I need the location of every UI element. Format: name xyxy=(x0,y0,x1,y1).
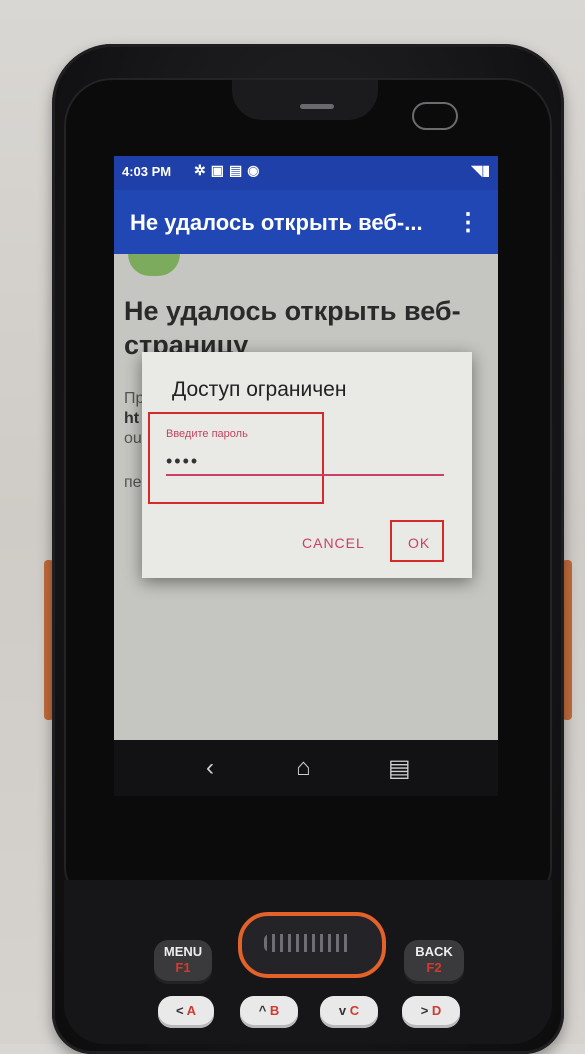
down-key[interactable]: v C xyxy=(320,996,378,1028)
shield-icon: ◉ xyxy=(247,162,265,178)
back-nav-icon[interactable]: ‹ xyxy=(206,754,214,782)
left-key-label: < xyxy=(175,1003,184,1018)
navigation-bar: ‹ ⌂ ▤ xyxy=(114,740,498,796)
home-nav-icon[interactable]: ⌂ xyxy=(296,754,311,782)
body-text-line: пе xyxy=(124,474,142,491)
notification-icon: ▣ xyxy=(210,162,229,178)
wifi-icon: ◥ xyxy=(471,162,483,178)
up-key[interactable]: ^ B xyxy=(240,996,298,1028)
status-time: 4:03 PM xyxy=(122,164,172,179)
scan-button[interactable] xyxy=(238,912,386,978)
password-input[interactable] xyxy=(166,448,444,476)
overflow-menu-icon[interactable]: ⋮ xyxy=(456,208,480,237)
body-text-line: ou xyxy=(124,430,142,447)
right-key-sub: D xyxy=(431,1003,442,1018)
up-key-label: ^ xyxy=(258,1003,267,1018)
ok-button[interactable]: OK xyxy=(402,534,436,552)
earpiece-notch xyxy=(232,80,378,120)
menu-key-label: MENU xyxy=(163,944,203,959)
front-sensor xyxy=(412,102,458,130)
android-icon xyxy=(128,254,180,276)
cancel-button[interactable]: CANCEL xyxy=(296,534,371,552)
app-bar: Не удалось открыть веб-... ⋮ xyxy=(114,190,498,254)
menu-key[interactable]: MENU F1 xyxy=(154,940,212,984)
app-bar-title: Не удалось открыть веб-... xyxy=(130,210,423,235)
left-key[interactable]: < A xyxy=(158,996,214,1028)
right-key[interactable]: > D xyxy=(402,996,460,1028)
image-icon: ▤ xyxy=(228,162,248,178)
dialog-title: Доступ ограничен xyxy=(172,378,347,401)
recent-apps-icon[interactable]: ▤ xyxy=(388,754,411,783)
back-key-sub: F2 xyxy=(426,960,442,975)
up-key-sub: B xyxy=(269,1003,280,1018)
left-key-sub: A xyxy=(186,1003,197,1018)
status-system-icons: ◥▮ xyxy=(472,162,491,179)
menu-key-sub: F1 xyxy=(175,960,191,975)
status-notification-icons: ✲▣▤◉ xyxy=(194,162,264,179)
right-key-label: > xyxy=(420,1003,429,1018)
status-bar: 4:03 PM ✲▣▤◉ ◥▮ xyxy=(114,156,498,190)
down-key-label: v xyxy=(338,1003,347,1018)
back-key[interactable]: BACK F2 xyxy=(404,940,464,984)
back-key-label: BACK xyxy=(415,944,453,959)
down-key-sub: C xyxy=(349,1003,360,1018)
scan-button-grill xyxy=(264,934,352,952)
battery-icon: ▮ xyxy=(482,162,490,178)
speaker-slot xyxy=(300,104,334,109)
settings-icon: ✲ xyxy=(194,162,211,178)
body-text-line: ht xyxy=(124,410,140,427)
password-field-label: Введите пароль xyxy=(166,428,248,440)
password-dialog: Доступ ограничен Введите пароль CANCEL O… xyxy=(142,352,472,578)
